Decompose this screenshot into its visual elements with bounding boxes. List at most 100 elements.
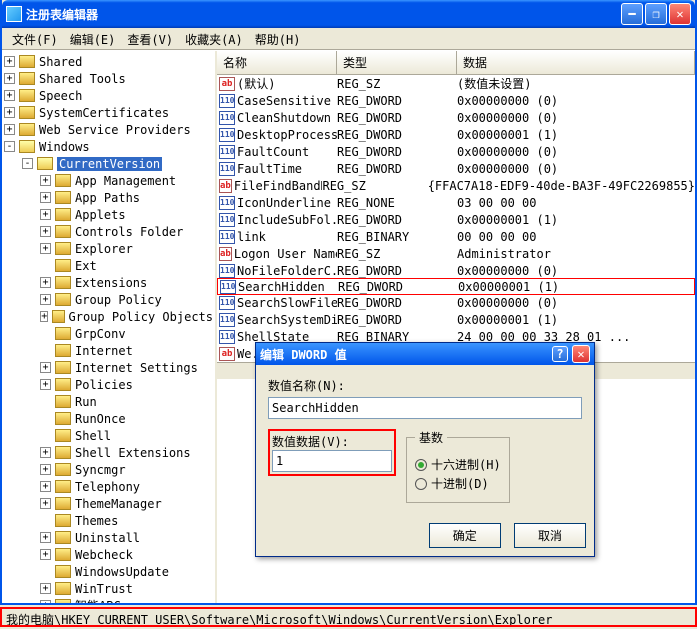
value-row[interactable]: 110linkREG_BINARY00 00 00 00 [217, 228, 695, 245]
expand-icon[interactable]: + [40, 362, 51, 373]
tree-node[interactable]: +Shared Tools [4, 70, 213, 87]
expand-icon[interactable]: + [40, 379, 51, 390]
menu-edit[interactable]: 编辑(E) [64, 28, 122, 49]
tree-label: Web Service Providers [39, 123, 191, 137]
value-row[interactable]: 110DesktopProcessREG_DWORD0x00000001 (1) [217, 126, 695, 143]
value-row[interactable]: 110NoFileFolderC...REG_DWORD0x00000000 (… [217, 262, 695, 279]
tree-node[interactable]: +Shared [4, 53, 213, 70]
expand-icon[interactable]: + [4, 124, 15, 135]
expand-icon[interactable]: + [40, 498, 51, 509]
col-type[interactable]: 类型 [337, 51, 457, 74]
tree-node[interactable]: +Internet Settings [4, 359, 213, 376]
tree-node[interactable]: +Speech [4, 87, 213, 104]
menu-file[interactable]: 文件(F) [6, 28, 64, 49]
tree-node[interactable]: Ext [4, 257, 213, 274]
expand-icon[interactable]: + [40, 532, 51, 543]
ok-button[interactable]: 确定 [429, 523, 501, 548]
expand-icon[interactable]: + [4, 90, 15, 101]
value-row[interactable]: 110SearchSystemDirsREG_DWORD0x00000001 (… [217, 311, 695, 328]
tree-node[interactable]: -CurrentVersion [4, 155, 213, 172]
tree-node[interactable]: +Extensions [4, 274, 213, 291]
tree-node[interactable]: +Syncmgr [4, 461, 213, 478]
expand-icon[interactable]: + [4, 107, 15, 118]
expand-icon[interactable]: + [40, 209, 51, 220]
close-button[interactable]: ✕ [669, 3, 691, 25]
expand-icon[interactable]: - [4, 141, 15, 152]
tree-node[interactable]: +Group Policy Objects [4, 308, 213, 325]
tree-panel[interactable]: +Shared+Shared Tools+Speech+SystemCertif… [2, 51, 217, 603]
maximize-button[interactable]: ❐ [645, 3, 667, 25]
tree-node[interactable]: Shell [4, 427, 213, 444]
tree-node[interactable]: Run [4, 393, 213, 410]
tree-node[interactable]: Internet [4, 342, 213, 359]
tree-node[interactable]: +Telephony [4, 478, 213, 495]
expand-icon[interactable]: + [40, 447, 51, 458]
radio-hex[interactable]: 十六进制(H) [415, 456, 501, 473]
tree-node[interactable]: +Uninstall [4, 529, 213, 546]
tree-node[interactable]: +智能ABC [4, 597, 213, 603]
radio-dec[interactable]: 十进制(D) [415, 475, 501, 492]
value-row[interactable]: 110IncludeSubFol...REG_DWORD0x00000001 (… [217, 211, 695, 228]
expand-icon[interactable]: + [40, 226, 51, 237]
value-row[interactable]: 110FaultTimeREG_DWORD0x00000000 (0) [217, 160, 695, 177]
folder-icon [55, 174, 71, 187]
tree-node[interactable]: +Group Policy [4, 291, 213, 308]
value-row[interactable]: ab(默认)REG_SZ(数值未设置) [217, 75, 695, 92]
tree-node[interactable]: +Explorer [4, 240, 213, 257]
expand-icon[interactable]: - [22, 158, 33, 169]
tree-node[interactable]: +App Paths [4, 189, 213, 206]
menu-favorites[interactable]: 收藏夹(A) [179, 28, 249, 49]
menu-view[interactable]: 查看(V) [121, 28, 179, 49]
value-row[interactable]: 110CaseSensitiveREG_DWORD0x00000000 (0) [217, 92, 695, 109]
value-row[interactable]: 110SearchSlowFilesREG_DWORD0x00000000 (0… [217, 294, 695, 311]
tree-node[interactable]: +Controls Folder [4, 223, 213, 240]
value-row[interactable]: 110IconUnderlineREG_NONE03 00 00 00 [217, 194, 695, 211]
tree-node[interactable]: +App Management [4, 172, 213, 189]
dialog-titlebar[interactable]: 编辑 DWORD 值 ? ✕ [256, 343, 594, 365]
tree-node[interactable]: +WinTrust [4, 580, 213, 597]
tree-node[interactable]: +ThemeManager [4, 495, 213, 512]
expand-icon[interactable]: + [40, 600, 51, 603]
expand-icon[interactable]: + [4, 56, 15, 67]
expand-icon[interactable]: + [4, 73, 15, 84]
value-data-input[interactable] [272, 450, 392, 472]
titlebar[interactable]: 注册表编辑器 ━ ❐ ✕ [2, 0, 695, 28]
value-type: REG_BINARY [337, 230, 457, 244]
expand-icon[interactable]: + [40, 549, 51, 560]
tree-node[interactable]: +Policies [4, 376, 213, 393]
expand-icon[interactable]: + [40, 481, 51, 492]
tree-node[interactable]: -Windows [4, 138, 213, 155]
value-row[interactable]: abFileFindBandHookREG_SZ{FFAC7A18-EDF9-4… [217, 177, 695, 194]
dialog-close-button[interactable]: ✕ [572, 345, 590, 363]
value-row[interactable]: abLogon User NameREG_SZAdministrator [217, 245, 695, 262]
dialog-help-button[interactable]: ? [552, 346, 568, 362]
tree-node[interactable]: +SystemCertificates [4, 104, 213, 121]
tree-node[interactable]: GrpConv [4, 325, 213, 342]
expand-icon[interactable]: + [40, 192, 51, 203]
expand-icon[interactable]: + [40, 277, 51, 288]
folder-icon [55, 514, 71, 527]
expand-icon[interactable]: + [40, 175, 51, 186]
expand-icon[interactable]: + [40, 294, 51, 305]
cancel-button[interactable]: 取消 [514, 523, 586, 548]
folder-icon [55, 412, 71, 425]
tree-node[interactable]: +Shell Extensions [4, 444, 213, 461]
minimize-button[interactable]: ━ [621, 3, 643, 25]
expand-icon[interactable]: + [40, 243, 51, 254]
expand-icon[interactable]: + [40, 464, 51, 475]
tree-node[interactable]: WindowsUpdate [4, 563, 213, 580]
value-row[interactable]: 110FaultCountREG_DWORD0x00000000 (0) [217, 143, 695, 160]
tree-node[interactable]: +Applets [4, 206, 213, 223]
folder-icon [55, 429, 71, 442]
expand-icon[interactable]: + [40, 583, 51, 594]
tree-node[interactable]: +Webcheck [4, 546, 213, 563]
col-name[interactable]: 名称 [217, 51, 337, 74]
tree-node[interactable]: RunOnce [4, 410, 213, 427]
tree-node[interactable]: + Web Service Providers [4, 121, 213, 138]
tree-node[interactable]: Themes [4, 512, 213, 529]
value-row[interactable]: 110CleanShutdownREG_DWORD0x00000000 (0) [217, 109, 695, 126]
menu-help[interactable]: 帮助(H) [249, 28, 307, 49]
value-row[interactable]: 110SearchHiddenREG_DWORD0x00000001 (1) [217, 278, 695, 295]
col-data[interactable]: 数据 [457, 51, 695, 74]
expand-icon[interactable]: + [40, 311, 48, 322]
